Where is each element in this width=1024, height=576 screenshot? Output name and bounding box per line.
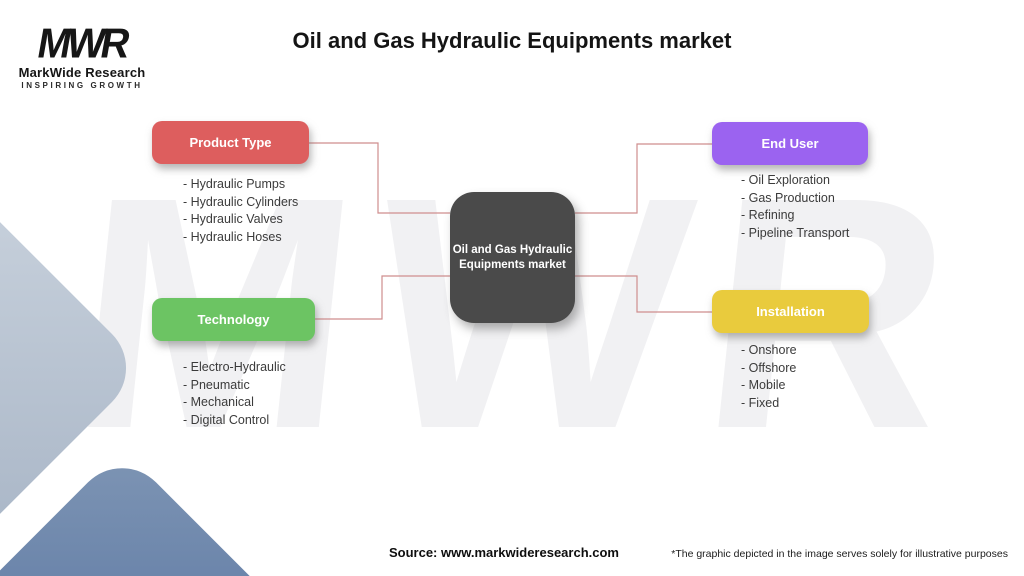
segment-list-product-type: - Hydraulic Pumps - Hydraulic Cylinders … bbox=[183, 176, 298, 246]
markwide-research-logo: MWR MarkWide Research INSPIRING GROWTH bbox=[18, 21, 146, 90]
segment-list-installation: - Onshore - Offshore - Mobile - Fixed bbox=[741, 342, 797, 412]
list-item: - Electro-Hydraulic bbox=[183, 360, 286, 374]
list-item: - Offshore bbox=[741, 360, 797, 375]
infographic-canvas: MWR MWR MarkWide Research INSPIRING GROW… bbox=[0, 0, 1024, 576]
segment-label-technology: Technology bbox=[197, 312, 270, 327]
center-node: Oil and Gas Hydraulic Equipments market bbox=[450, 192, 575, 323]
list-item: - Pneumatic bbox=[183, 377, 250, 392]
list-item: - Digital Control bbox=[183, 412, 270, 427]
segment-label-installation: Installation bbox=[756, 304, 825, 319]
center-node-label-line1: Oil and Gas Hydraulic bbox=[452, 244, 573, 256]
segment-label-end-user: End User bbox=[761, 136, 819, 151]
segment-list-end-user: - Oil Exploration - Gas Production - Ref… bbox=[741, 172, 849, 242]
logo-tagline: INSPIRING GROWTH bbox=[21, 81, 143, 90]
segment-box-installation: Installation bbox=[712, 290, 869, 333]
logo-company-name: MarkWide Research bbox=[18, 65, 146, 80]
list-item: - Hydraulic Cylinders bbox=[183, 194, 299, 209]
segment-box-end-user: End User bbox=[712, 122, 868, 165]
footer-disclaimer: *The graphic depicted in the image serve… bbox=[671, 548, 1008, 560]
segment-list-technology: - Electro-Hydraulic - Pneumatic - Mechan… bbox=[183, 359, 286, 429]
list-item: - Mobile bbox=[741, 378, 786, 392]
center-node-label-line2: Equipments market bbox=[459, 258, 566, 271]
logo-mwr-mark-icon: MWR bbox=[33, 20, 131, 68]
segment-label-product-type: Product Type bbox=[189, 135, 272, 150]
page-title: Oil and Gas Hydraulic Equipments market bbox=[292, 28, 732, 53]
list-item: - Gas Production bbox=[741, 190, 835, 205]
list-item: - Oil Exploration bbox=[741, 173, 830, 187]
list-item: - Mechanical bbox=[183, 395, 254, 409]
footer-source: Source: www.markwideresearch.com bbox=[388, 545, 619, 560]
segment-box-product-type: Product Type bbox=[152, 121, 309, 164]
list-item: - Refining bbox=[741, 208, 795, 222]
list-item: - Hydraulic Valves bbox=[183, 212, 283, 226]
list-item: - Hydraulic Pumps bbox=[183, 177, 286, 191]
list-item: - Fixed bbox=[741, 395, 780, 410]
list-item: - Hydraulic Hoses bbox=[183, 229, 282, 244]
list-item: - Pipeline Transport bbox=[741, 225, 850, 240]
list-item: - Onshore bbox=[741, 343, 797, 357]
segment-box-technology: Technology bbox=[152, 298, 315, 341]
